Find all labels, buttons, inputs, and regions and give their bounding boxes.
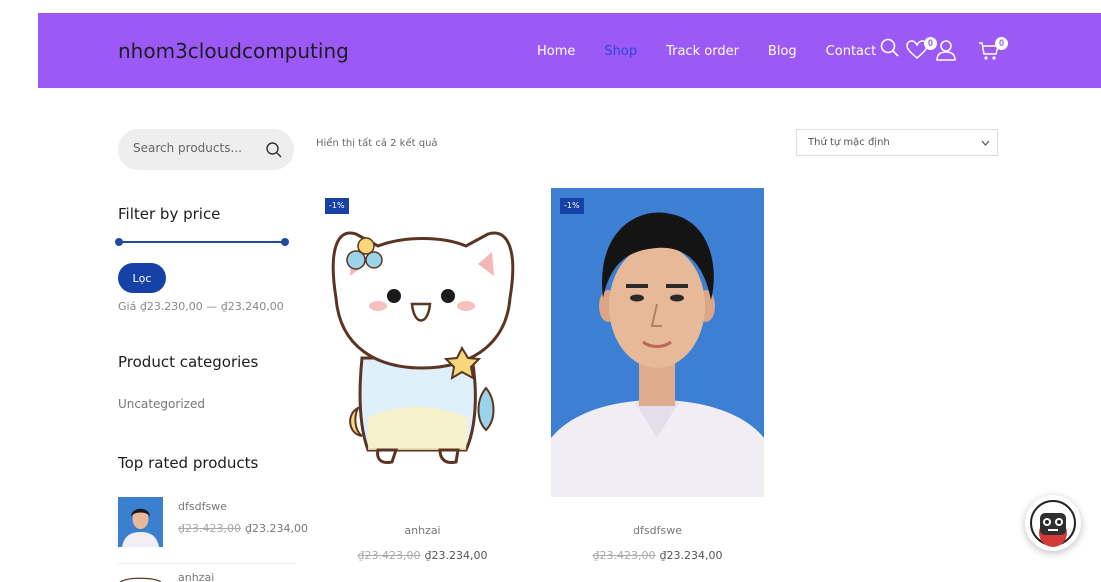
search-icon[interactable] bbox=[265, 141, 283, 159]
old-price: ₫23.423,00 bbox=[357, 549, 421, 562]
site-header: nhom3cloudcomputing Home Shop Track orde… bbox=[38, 13, 1101, 88]
main-nav: Home Shop Track order Blog Contact bbox=[537, 44, 876, 59]
top-rated-name[interactable]: anhzai bbox=[178, 571, 214, 582]
nav-blog[interactable]: Blog bbox=[768, 44, 797, 59]
current-price: ₫23.234,00 bbox=[424, 549, 488, 562]
current-price: ₫23.234,00 bbox=[244, 522, 308, 535]
portrait-photo bbox=[551, 188, 764, 497]
orderby-value: Thứ tự mặc định bbox=[808, 137, 890, 148]
top-rated-item[interactable]: dfsdfswe ₫23.423,00 ₫23.234,00 bbox=[118, 497, 308, 547]
product-search bbox=[118, 129, 294, 170]
top-strip bbox=[0, 0, 1101, 13]
cat-illustration bbox=[316, 188, 529, 497]
price-slider[interactable] bbox=[115, 238, 289, 246]
chevron-down-icon bbox=[981, 140, 990, 146]
current-price: ₫23.234,00 bbox=[659, 549, 723, 562]
product-price: ₫23.423,00 ₫23.234,00 bbox=[551, 549, 764, 562]
search-input[interactable] bbox=[133, 141, 253, 155]
price-range-text: Giá ₫23.230,00 — ₫23.240,00 bbox=[118, 300, 284, 313]
filter-by-price-title: Filter by price bbox=[118, 205, 221, 223]
product-image[interactable] bbox=[551, 188, 764, 497]
top-rated-item[interactable]: anhzai bbox=[118, 568, 296, 582]
user-icon[interactable] bbox=[936, 39, 956, 61]
old-price: ₫23.423,00 bbox=[178, 522, 241, 535]
top-rated-name[interactable]: dfsdfswe bbox=[178, 500, 227, 513]
search-icon[interactable] bbox=[880, 37, 900, 59]
cart-count-badge: 0 bbox=[995, 37, 1008, 50]
product-price: ₫23.423,00 ₫23.234,00 bbox=[316, 549, 529, 562]
price-slider-min-handle[interactable] bbox=[115, 238, 123, 246]
orderby-select[interactable]: Thứ tự mặc định bbox=[796, 129, 998, 156]
nav-home[interactable]: Home bbox=[537, 44, 575, 59]
top-rated-title: Top rated products bbox=[118, 454, 259, 472]
divider bbox=[118, 563, 296, 564]
product-name[interactable]: anhzai bbox=[316, 524, 529, 537]
chat-bot-button[interactable] bbox=[1025, 495, 1081, 551]
sale-badge: -1% bbox=[560, 198, 584, 214]
top-rated-price: ₫23.423,00 ₫23.234,00 bbox=[178, 522, 308, 535]
nav-shop[interactable]: Shop bbox=[604, 44, 637, 59]
site-brand[interactable]: nhom3cloudcomputing bbox=[118, 39, 349, 63]
nav-track-order[interactable]: Track order bbox=[666, 44, 739, 59]
filter-button[interactable]: Lọc bbox=[118, 263, 166, 293]
top-rated-thumb[interactable] bbox=[118, 577, 163, 582]
price-slider-max-handle[interactable] bbox=[281, 238, 289, 246]
sale-badge: -1% bbox=[325, 198, 349, 214]
product-categories-title: Product categories bbox=[118, 353, 259, 371]
result-count: Hiển thị tất cả 2 kết quả bbox=[316, 138, 438, 149]
category-uncategorized[interactable]: Uncategorized bbox=[118, 397, 205, 411]
top-rated-thumb[interactable] bbox=[118, 497, 163, 547]
product-name[interactable]: dfsdfswe bbox=[551, 524, 764, 537]
product-image[interactable] bbox=[316, 188, 529, 497]
chat-bot-icon bbox=[1030, 500, 1076, 547]
old-price: ₫23.423,00 bbox=[592, 549, 656, 562]
nav-contact[interactable]: Contact bbox=[826, 44, 877, 59]
